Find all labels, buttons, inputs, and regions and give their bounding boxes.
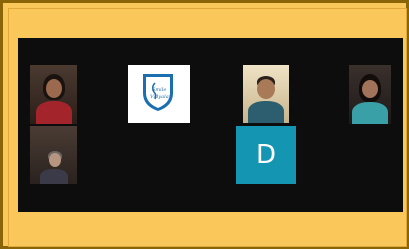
- participant-video-tile-3[interactable]: [349, 65, 391, 124]
- avatar-initial: D: [255, 140, 277, 170]
- participant-logo-tile[interactable]: Smile Vidyalay: [128, 65, 190, 123]
- participant-video-tile-1[interactable]: [30, 65, 77, 124]
- participant-figure: [30, 65, 77, 124]
- participant-figure: [30, 126, 77, 184]
- meeting-gallery-view: Smile Vidyalay D: [18, 38, 403, 212]
- participant-video-tile-2[interactable]: [243, 65, 289, 123]
- participant-video-tile-4[interactable]: [30, 126, 77, 184]
- participant-figure: [243, 65, 289, 123]
- participant-avatar-tile[interactable]: D: [236, 126, 296, 184]
- logo-text-line-1: Smile: [152, 87, 167, 93]
- logo-text-line-2: Vidyalay: [150, 94, 172, 100]
- participant-figure: [349, 65, 391, 124]
- outer-frame: Smile Vidyalay D: [0, 0, 409, 249]
